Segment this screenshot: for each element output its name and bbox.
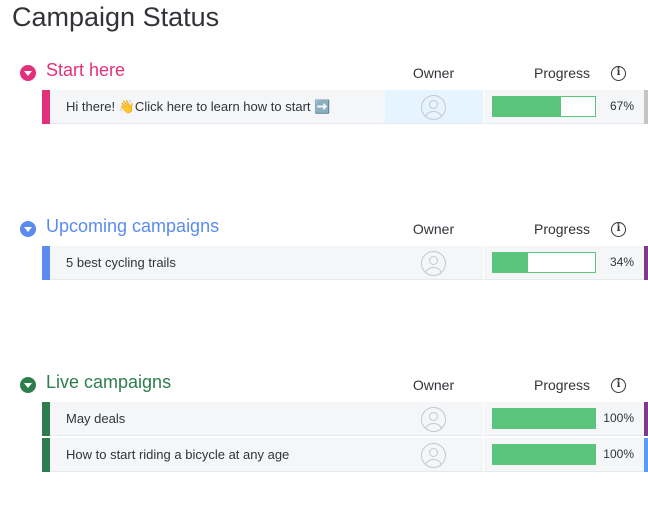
info-icon[interactable]: i <box>611 378 626 393</box>
column-header-owner[interactable]: Owner <box>384 65 483 81</box>
item-name-cell[interactable]: 5 best cycling trails <box>50 246 426 280</box>
progress-percent: 100% <box>603 447 634 461</box>
group-title[interactable]: Live campaigns <box>46 372 171 393</box>
column-header-owner[interactable]: Owner <box>384 377 483 393</box>
progress-cell: 100% <box>484 438 644 472</box>
person-icon-body <box>425 423 442 431</box>
table-row[interactable]: How to start riding a bicycle at any age… <box>42 438 648 472</box>
item-name-cell[interactable]: May deals <box>50 402 426 436</box>
person-icon-head <box>429 100 438 109</box>
row-color-stripe <box>42 90 50 124</box>
progress-bar <box>492 408 596 429</box>
person-icon-head <box>429 256 438 265</box>
table-row[interactable]: 5 best cycling trails 34% <box>42 246 648 280</box>
chevron-down-icon[interactable] <box>20 221 36 237</box>
progress-bar-fill <box>493 253 528 272</box>
progress-percent: 34% <box>609 255 634 269</box>
group-header: Upcoming campaigns Owner Progress i <box>0 212 648 244</box>
table-row[interactable]: Hi there! 👋Click here to learn how to st… <box>42 90 648 124</box>
page-title: Campaign Status <box>12 2 220 32</box>
owner-cell[interactable] <box>385 90 483 124</box>
owner-cell[interactable] <box>385 246 483 280</box>
person-icon-head <box>429 412 438 421</box>
group-header: Start here Owner Progress i <box>0 56 648 88</box>
item-name-cell[interactable]: Hi there! 👋Click here to learn how to st… <box>50 90 426 124</box>
progress-bar-fill <box>493 97 562 116</box>
progress-cell: 100% <box>484 402 644 436</box>
group-title[interactable]: Start here <box>46 60 125 81</box>
progress-bar <box>492 444 596 465</box>
person-icon <box>421 95 446 120</box>
item-name-cell[interactable]: How to start riding a bicycle at any age <box>50 438 426 472</box>
table-row[interactable]: May deals 100% <box>42 402 648 436</box>
group-header: Live campaigns Owner Progress i <box>0 368 648 400</box>
person-icon-head <box>429 448 438 457</box>
person-icon-body <box>425 459 442 467</box>
info-icon[interactable]: i <box>611 222 626 237</box>
row-end-stripe <box>644 246 648 280</box>
progress-percent: 100% <box>603 411 634 425</box>
owner-cell[interactable] <box>385 438 483 472</box>
row-color-stripe <box>42 246 50 280</box>
progress-bar-fill <box>493 409 595 428</box>
row-color-stripe <box>42 438 50 472</box>
person-icon-body <box>425 111 442 119</box>
person-icon <box>421 251 446 276</box>
row-end-stripe <box>644 90 648 124</box>
person-icon-body <box>425 267 442 275</box>
column-header-owner[interactable]: Owner <box>384 221 483 237</box>
owner-cell[interactable] <box>385 402 483 436</box>
row-color-stripe <box>42 402 50 436</box>
info-icon[interactable]: i <box>611 66 626 81</box>
person-icon <box>421 407 446 432</box>
progress-bar-fill <box>493 445 595 464</box>
progress-cell: 67% <box>484 90 644 124</box>
chevron-down-icon[interactable] <box>20 65 36 81</box>
chevron-down-icon[interactable] <box>20 377 36 393</box>
progress-bar <box>492 96 596 117</box>
row-end-stripe <box>644 402 648 436</box>
group-title[interactable]: Upcoming campaigns <box>46 216 219 237</box>
row-end-stripe <box>644 438 648 472</box>
progress-percent: 67% <box>609 99 634 113</box>
progress-bar <box>492 252 596 273</box>
progress-cell: 34% <box>484 246 644 280</box>
person-icon <box>421 443 446 468</box>
